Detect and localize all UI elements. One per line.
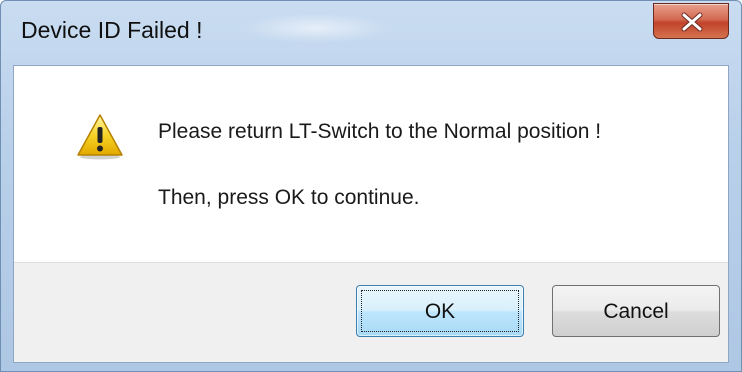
message-line-1: Please return LT-Switch to the Normal po… (158, 120, 602, 143)
ok-button-label: OK (424, 300, 456, 323)
title-bar[interactable]: Device ID Failed ! (1, 1, 741, 65)
message-line-2: Then, press OK to continue. (158, 186, 420, 209)
window-title: Device ID Failed ! (21, 17, 203, 43)
cancel-button-label: Cancel (603, 300, 669, 323)
button-bar: OK Cancel (14, 262, 728, 362)
cancel-button[interactable]: Cancel (552, 285, 720, 337)
warning-icon (77, 114, 123, 160)
message-area: Please return LT-Switch to the Normal po… (14, 66, 728, 262)
close-x-icon (681, 12, 703, 32)
dialog-client-area: Please return LT-Switch to the Normal po… (13, 65, 729, 363)
dialog-window: Device ID Failed ! Please return LT-Swit… (0, 0, 742, 372)
ok-button[interactable]: OK (356, 285, 524, 337)
close-button[interactable] (653, 3, 729, 39)
title-glow (241, 13, 391, 43)
